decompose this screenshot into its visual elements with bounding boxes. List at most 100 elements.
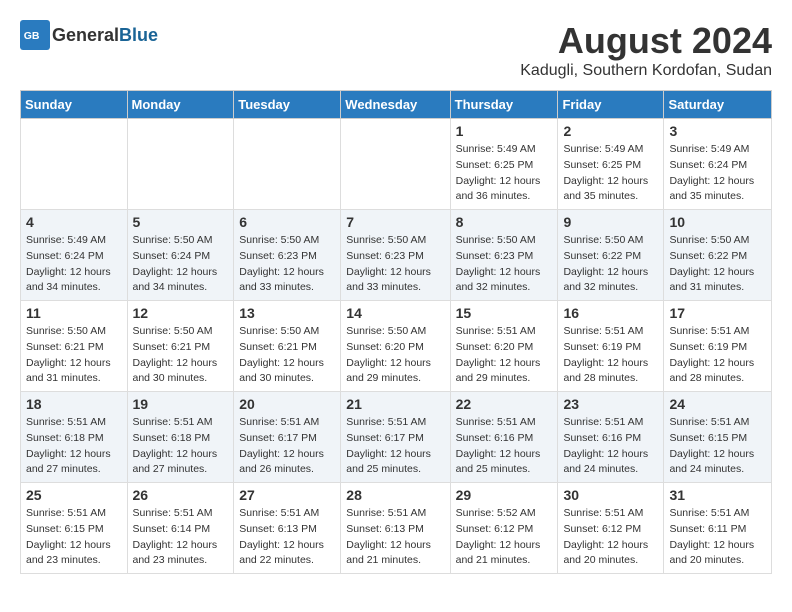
cell-info: Sunrise: 5:49 AMSunset: 6:24 PMDaylight:… xyxy=(26,233,122,296)
calendar-cell: 5 Sunrise: 5:50 AMSunset: 6:24 PMDaylight… xyxy=(127,210,234,301)
calendar-cell: 1 Sunrise: 5:49 AMSunset: 6:25 PMDaylight… xyxy=(450,119,558,210)
cell-info: Sunrise: 5:52 AMSunset: 6:12 PMDaylight:… xyxy=(456,506,553,569)
header-wednesday: Wednesday xyxy=(341,91,450,119)
cell-info: Sunrise: 5:50 AMSunset: 6:21 PMDaylight:… xyxy=(26,324,122,387)
calendar-cell: 7Sunrise: 5:50 AMSunset: 6:23 PMDaylight… xyxy=(341,210,450,301)
cell-info: Sunrise: 5:50 AMSunset: 6:24 PMDaylight:… xyxy=(133,233,229,296)
header-friday: Friday xyxy=(558,91,664,119)
cell-info: Sunrise: 5:51 AMSunset: 6:16 PMDaylight:… xyxy=(456,415,553,478)
calendar-cell xyxy=(127,119,234,210)
header-thursday: Thursday xyxy=(450,91,558,119)
calendar-cell xyxy=(341,119,450,210)
day-number: 9 xyxy=(563,214,658,230)
title-section: August 2024 Kadugli, Southern Kordofan, … xyxy=(520,20,772,80)
cell-info: Sunrise: 5:51 AMSunset: 6:18 PMDaylight:… xyxy=(133,415,229,478)
day-number: 30 xyxy=(563,487,658,503)
calendar-cell: 22Sunrise: 5:51 AMSunset: 6:16 PMDayligh… xyxy=(450,392,558,483)
calendar-cell: 15 Sunrise: 5:51 AMSunset: 6:20 PMDayligh… xyxy=(450,301,558,392)
day-number: 7 xyxy=(346,214,444,230)
week-row-4: 18 Sunrise: 5:51 AMSunset: 6:18 PMDayligh… xyxy=(21,392,772,483)
day-number: 16 xyxy=(563,305,658,321)
calendar-cell: 16 Sunrise: 5:51 AMSunset: 6:19 PMDayligh… xyxy=(558,301,664,392)
header-saturday: Saturday xyxy=(664,91,772,119)
calendar-cell: 25Sunrise: 5:51 AMSunset: 6:15 PMDayligh… xyxy=(21,483,128,574)
cell-info: Sunrise: 5:51 AMSunset: 6:15 PMDaylight:… xyxy=(26,506,122,569)
calendar-cell: 12 Sunrise: 5:50 AMSunset: 6:21 PMDayligh… xyxy=(127,301,234,392)
cell-info: Sunrise: 5:51 AMSunset: 6:16 PMDaylight:… xyxy=(563,415,658,478)
day-number: 26 xyxy=(133,487,229,503)
cell-info: Sunrise: 5:51 AMSunset: 6:11 PMDaylight:… xyxy=(669,506,766,569)
page-header: GB GeneralBlue August 2024 Kadugli, Sout… xyxy=(20,20,772,80)
day-number: 2 xyxy=(563,123,658,139)
calendar-cell: 9 Sunrise: 5:50 AMSunset: 6:22 PMDaylight… xyxy=(558,210,664,301)
header-monday: Monday xyxy=(127,91,234,119)
calendar-cell: 19 Sunrise: 5:51 AMSunset: 6:18 PMDayligh… xyxy=(127,392,234,483)
calendar-cell: 14 Sunrise: 5:50 AMSunset: 6:20 PMDayligh… xyxy=(341,301,450,392)
calendar-cell: 17Sunrise: 5:51 AMSunset: 6:19 PMDayligh… xyxy=(664,301,772,392)
cell-info: Sunrise: 5:49 AMSunset: 6:25 PMDaylight:… xyxy=(456,142,553,205)
cell-info: Sunrise: 5:51 AMSunset: 6:17 PMDaylight:… xyxy=(346,415,444,478)
calendar-header-row: SundayMondayTuesdayWednesdayThursdayFrid… xyxy=(21,91,772,119)
calendar-table: SundayMondayTuesdayWednesdayThursdayFrid… xyxy=(20,90,772,574)
day-number: 17 xyxy=(669,305,766,321)
location-subtitle: Kadugli, Southern Kordofan, Sudan xyxy=(520,62,772,80)
calendar-cell: 11Sunrise: 5:50 AMSunset: 6:21 PMDayligh… xyxy=(21,301,128,392)
week-row-3: 11Sunrise: 5:50 AMSunset: 6:21 PMDayligh… xyxy=(21,301,772,392)
week-row-2: 4Sunrise: 5:49 AMSunset: 6:24 PMDaylight… xyxy=(21,210,772,301)
day-number: 20 xyxy=(239,396,335,412)
day-number: 1 xyxy=(456,123,553,139)
cell-info: Sunrise: 5:49 AMSunset: 6:25 PMDaylight:… xyxy=(563,142,658,205)
calendar-cell: 10Sunrise: 5:50 AMSunset: 6:22 PMDayligh… xyxy=(664,210,772,301)
day-number: 12 xyxy=(133,305,229,321)
cell-info: Sunrise: 5:50 AMSunset: 6:20 PMDaylight:… xyxy=(346,324,444,387)
day-number: 14 xyxy=(346,305,444,321)
calendar-cell: 4Sunrise: 5:49 AMSunset: 6:24 PMDaylight… xyxy=(21,210,128,301)
calendar-cell: 3Sunrise: 5:49 AMSunset: 6:24 PMDaylight… xyxy=(664,119,772,210)
day-number: 21 xyxy=(346,396,444,412)
logo: GB GeneralBlue xyxy=(20,20,158,50)
calendar-cell: 18Sunrise: 5:51 AMSunset: 6:18 PMDayligh… xyxy=(21,392,128,483)
calendar-cell xyxy=(21,119,128,210)
calendar-cell: 20 Sunrise: 5:51 AMSunset: 6:17 PMDayligh… xyxy=(234,392,341,483)
cell-info: Sunrise: 5:51 AMSunset: 6:13 PMDaylight:… xyxy=(239,506,335,569)
calendar-cell: 27Sunrise: 5:51 AMSunset: 6:13 PMDayligh… xyxy=(234,483,341,574)
header-sunday: Sunday xyxy=(21,91,128,119)
week-row-5: 25Sunrise: 5:51 AMSunset: 6:15 PMDayligh… xyxy=(21,483,772,574)
calendar-cell: 13Sunrise: 5:50 AMSunset: 6:21 PMDayligh… xyxy=(234,301,341,392)
cell-info: Sunrise: 5:51 AMSunset: 6:19 PMDaylight:… xyxy=(563,324,658,387)
day-number: 19 xyxy=(133,396,229,412)
calendar-cell xyxy=(234,119,341,210)
cell-info: Sunrise: 5:51 AMSunset: 6:20 PMDaylight:… xyxy=(456,324,553,387)
day-number: 13 xyxy=(239,305,335,321)
calendar-cell: 30 Sunrise: 5:51 AMSunset: 6:12 PMDayligh… xyxy=(558,483,664,574)
cell-info: Sunrise: 5:51 AMSunset: 6:13 PMDaylight:… xyxy=(346,506,444,569)
logo-blue: Blue xyxy=(119,25,158,45)
day-number: 31 xyxy=(669,487,766,503)
day-number: 5 xyxy=(133,214,229,230)
month-year-title: August 2024 xyxy=(520,20,772,62)
cell-info: Sunrise: 5:50 AMSunset: 6:21 PMDaylight:… xyxy=(133,324,229,387)
week-row-1: 1 Sunrise: 5:49 AMSunset: 6:25 PMDaylight… xyxy=(21,119,772,210)
calendar-cell: 31 Sunrise: 5:51 AMSunset: 6:11 PMDayligh… xyxy=(664,483,772,574)
day-number: 6 xyxy=(239,214,335,230)
calendar-cell: 23 Sunrise: 5:51 AMSunset: 6:16 PMDayligh… xyxy=(558,392,664,483)
cell-info: Sunrise: 5:49 AMSunset: 6:24 PMDaylight:… xyxy=(669,142,766,205)
day-number: 23 xyxy=(563,396,658,412)
cell-info: Sunrise: 5:51 AMSunset: 6:15 PMDaylight:… xyxy=(669,415,766,478)
svg-text:GB: GB xyxy=(24,30,40,42)
day-number: 15 xyxy=(456,305,553,321)
calendar-cell: 21 Sunrise: 5:51 AMSunset: 6:17 PMDayligh… xyxy=(341,392,450,483)
calendar-cell: 8Sunrise: 5:50 AMSunset: 6:23 PMDaylight… xyxy=(450,210,558,301)
cell-info: Sunrise: 5:51 AMSunset: 6:17 PMDaylight:… xyxy=(239,415,335,478)
day-number: 24 xyxy=(669,396,766,412)
cell-info: Sunrise: 5:50 AMSunset: 6:23 PMDaylight:… xyxy=(239,233,335,296)
day-number: 18 xyxy=(26,396,122,412)
day-number: 28 xyxy=(346,487,444,503)
cell-info: Sunrise: 5:51 AMSunset: 6:12 PMDaylight:… xyxy=(563,506,658,569)
calendar-cell: 28 Sunrise: 5:51 AMSunset: 6:13 PMDayligh… xyxy=(341,483,450,574)
calendar-cell: 26Sunrise: 5:51 AMSunset: 6:14 PMDayligh… xyxy=(127,483,234,574)
calendar-cell: 29Sunrise: 5:52 AMSunset: 6:12 PMDayligh… xyxy=(450,483,558,574)
logo-icon: GB xyxy=(20,20,50,50)
calendar-cell: 2 Sunrise: 5:49 AMSunset: 6:25 PMDaylight… xyxy=(558,119,664,210)
cell-info: Sunrise: 5:50 AMSunset: 6:22 PMDaylight:… xyxy=(563,233,658,296)
